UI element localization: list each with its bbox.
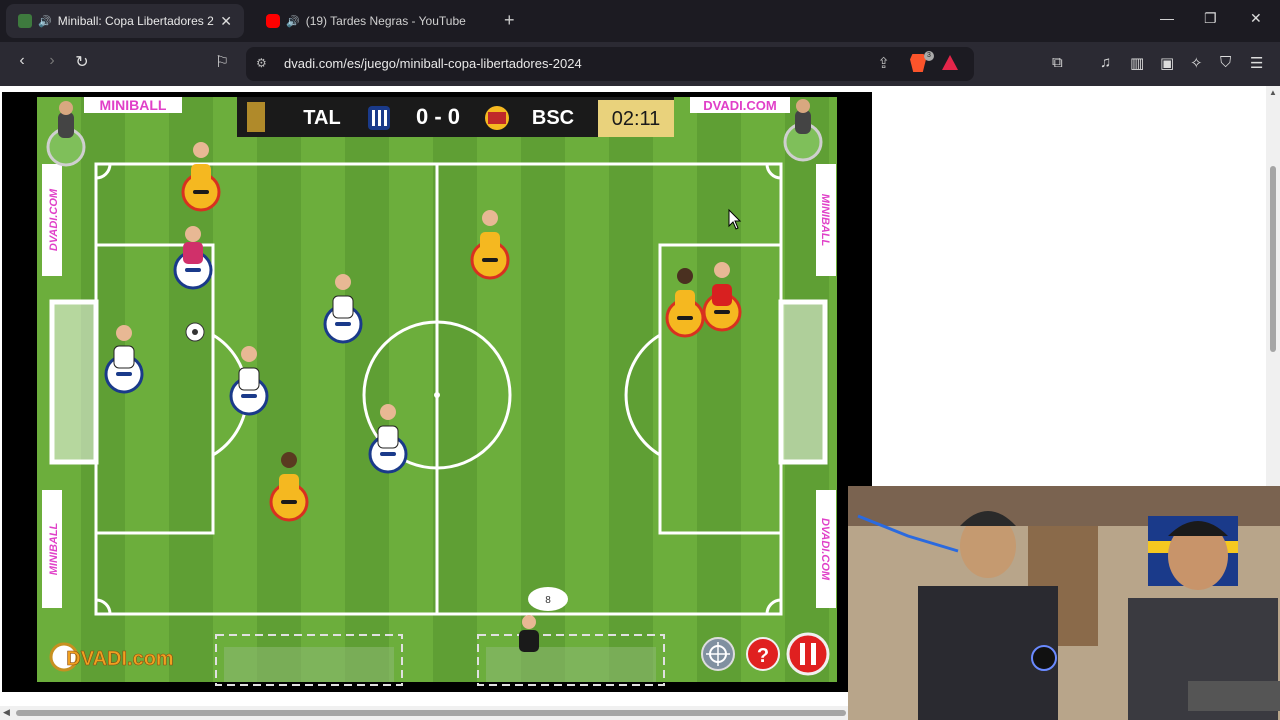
sidebar-icon[interactable]: ▥ xyxy=(1130,54,1144,72)
svg-text:DVADI.COM: DVADI.COM xyxy=(819,518,831,581)
player-number-bubble: 8 xyxy=(528,587,568,611)
vertical-scroll-thumb[interactable] xyxy=(1270,166,1276,352)
side-banner-left-top: DVADI.COM xyxy=(42,164,62,276)
trophy-icon xyxy=(247,102,265,132)
svg-text:DVADI.com: DVADI.com xyxy=(66,648,173,670)
tab-title: (19) Tardes Negras - YouTube xyxy=(305,14,466,28)
tab-title: Miniball: Copa Libertadores 2 xyxy=(57,14,214,28)
pause-button[interactable] xyxy=(786,632,830,676)
side-banner-right-bottom: DVADI.COM xyxy=(816,490,836,608)
wallet-icon[interactable]: ▣ xyxy=(1160,54,1174,72)
reload-icon[interactable]: ↻ xyxy=(70,52,94,72)
home-team-name: TAL xyxy=(303,107,340,129)
away-team-crest-icon xyxy=(485,106,509,130)
horizontal-scrollbar[interactable]: ◀ xyxy=(0,706,850,720)
close-tab-icon[interactable]: ✕ xyxy=(220,13,232,30)
tab-youtube[interactable]: 🔊 (19) Tardes Negras - YouTube xyxy=(254,4,492,38)
miniball-favicon-icon xyxy=(18,14,32,28)
svg-text:MINIBALL: MINIBALL xyxy=(48,522,60,575)
svg-text:DVADI.COM: DVADI.COM xyxy=(48,188,60,251)
speaker-icon[interactable]: 🔊 xyxy=(38,15,52,28)
webcam-overlay xyxy=(848,486,1280,720)
media-icon[interactable]: ♫ xyxy=(1100,54,1111,71)
address-bar[interactable]: ⚙ dvadi.com/es/juego/miniball-copa-liber… xyxy=(246,47,974,81)
restore-icon[interactable]: ❐ xyxy=(1204,10,1217,27)
back-icon[interactable]: ‹ xyxy=(10,52,34,70)
shields-count-badge: 3 xyxy=(924,51,934,61)
new-tab-icon[interactable]: + xyxy=(504,10,515,31)
svg-text:?: ? xyxy=(757,645,769,667)
dvadi-logo[interactable]: DVADI.com xyxy=(49,642,174,672)
keyboard xyxy=(1188,681,1280,711)
game-container[interactable]: DVADI.COM MINIBALL MINIBALL DVADI.COM MI… xyxy=(2,92,872,692)
screen: 🔊 Miniball: Copa Libertadores 2 ✕ 🔊 (19)… xyxy=(0,0,1280,720)
svg-text:MINIBALL: MINIBALL xyxy=(819,194,831,247)
youtube-favicon-icon xyxy=(266,14,280,28)
ball-icon xyxy=(185,322,205,342)
away-team-name: BSC xyxy=(532,107,574,129)
tab-strip: 🔊 Miniball: Copa Libertadores 2 ✕ 🔊 (19)… xyxy=(0,0,1280,42)
forward-icon[interactable]: › xyxy=(40,52,64,70)
brand-banner-right: DVADI.COM xyxy=(690,97,790,113)
side-banner-right-top: MINIBALL xyxy=(816,164,836,276)
game-canvas[interactable]: DVADI.COM MINIBALL MINIBALL DVADI.COM MI… xyxy=(2,92,872,692)
minimize-icon[interactable]: — xyxy=(1160,10,1174,26)
scoreboard: TAL 0 - 0 BSC 02:11 xyxy=(237,97,674,137)
url-text[interactable]: dvadi.com/es/juego/miniball-copa-liberta… xyxy=(284,56,582,71)
site-info-icon[interactable]: ⚙ xyxy=(256,56,267,70)
right-goal xyxy=(778,299,828,465)
score-text: 0 - 0 xyxy=(416,104,460,129)
tab-miniball[interactable]: 🔊 Miniball: Copa Libertadores 2 ✕ xyxy=(6,4,244,38)
brave-rewards-icon[interactable] xyxy=(942,55,958,70)
bookmark-icon[interactable]: ⚐ xyxy=(210,52,234,72)
svg-text:8: 8 xyxy=(545,595,551,606)
vpn-icon[interactable]: ⛉ xyxy=(1220,54,1231,71)
svg-text:MINIBALL: MINIBALL xyxy=(100,97,167,113)
home-team-crest-icon xyxy=(368,106,390,130)
navigation-bar: ‹ › ↻ ⚐ ⚙ dvadi.com/es/juego/miniball-co… xyxy=(0,42,1280,86)
translate-icon[interactable]: ⧉ xyxy=(1052,54,1063,71)
leo-ai-icon[interactable]: ✧ xyxy=(1190,54,1203,72)
scroll-left-icon[interactable]: ◀ xyxy=(3,707,10,718)
svg-text:DVADI.COM: DVADI.COM xyxy=(703,98,776,113)
brand-banner-left: MINIBALL xyxy=(84,97,182,113)
share-icon[interactable]: ⇪ xyxy=(877,54,890,72)
menu-icon[interactable]: ☰ xyxy=(1250,54,1263,72)
side-banner-left-bottom: MINIBALL xyxy=(42,490,62,608)
microphone-icon xyxy=(1031,645,1057,671)
scroll-up-icon[interactable]: ▲ xyxy=(1269,88,1277,97)
speaker-icon[interactable]: 🔊 xyxy=(286,15,300,28)
help-button[interactable]: ? xyxy=(746,637,780,671)
left-goal xyxy=(49,299,99,465)
horizontal-scroll-thumb[interactable] xyxy=(16,710,846,716)
close-window-icon[interactable]: ✕ xyxy=(1250,10,1262,27)
target-button[interactable] xyxy=(701,637,735,671)
match-clock: 02:11 xyxy=(612,108,661,130)
